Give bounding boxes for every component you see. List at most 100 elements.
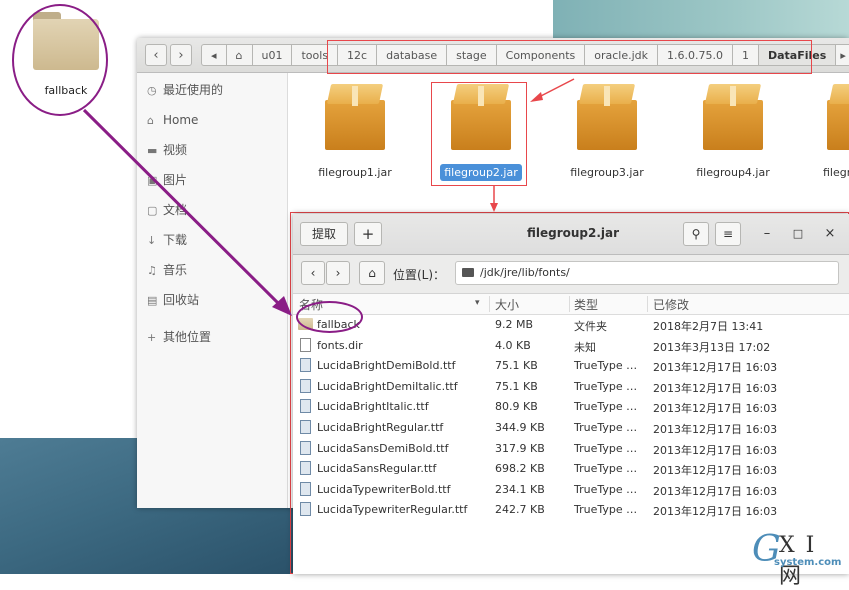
sidebar-item-videos[interactable]: ▬ 视频 — [147, 140, 187, 160]
row-modified: 2013年12月17日 16:03 — [653, 505, 778, 519]
forward-button[interactable]: › — [326, 261, 350, 285]
breadcrumb-home-icon[interactable]: ⌂ — [226, 44, 253, 66]
font-file-icon — [300, 358, 311, 373]
column-header: 名称 ▾ 大小 类型 已修改 — [293, 294, 849, 315]
file-label: filegroup1.jar — [318, 166, 392, 179]
sidebar-item-downloads[interactable]: ↓ 下载 — [147, 230, 187, 250]
font-file-icon — [300, 481, 311, 496]
home-icon[interactable]: ⌂ — [359, 261, 385, 285]
sidebar-item-home[interactable]: ⌂ Home — [147, 110, 198, 130]
table-row[interactable]: LucidaTypewriterRegular.ttf 242.7 KB TrueT… — [293, 500, 849, 521]
folder-icon — [462, 268, 474, 277]
row-modified: 2013年12月17日 16:03 — [653, 484, 778, 498]
trash-icon: ▤ — [147, 294, 158, 307]
sidebar-item-documents[interactable]: ▢ 文档 — [147, 200, 187, 220]
row-type: TrueType … — [574, 421, 638, 434]
column-type[interactable]: 类型 — [574, 296, 598, 313]
font-file-icon — [300, 399, 311, 414]
sidebar: ◷ 最近使用的 ⌂ Home ▬ 视频 ▣ 图片 ▢ 文档 ↓ 下载 ♫ 音乐 ▤ 回收站 + 其… — [137, 73, 288, 508]
breadcrumb-scroll-left[interactable]: ◂ — [201, 44, 227, 66]
table-row[interactable]: LucidaSansRegular.ttf 698.2 KB TrueType … 2… — [293, 459, 849, 480]
sidebar-item-pictures[interactable]: ▣ 图片 — [147, 170, 187, 190]
extract-button[interactable]: 提取 — [300, 222, 348, 246]
column-divider — [647, 296, 648, 312]
back-button[interactable]: ‹ — [145, 44, 167, 66]
annotation-circle-fallback-row — [296, 301, 363, 333]
home-icon: ⌂ — [147, 114, 154, 127]
back-button[interactable]: ‹ — [301, 261, 325, 285]
column-divider — [489, 296, 490, 312]
maximize-icon[interactable]: □ — [786, 222, 810, 246]
table-row[interactable]: LucidaBrightDemiItalic.ttf 75.1 KB TrueTyp… — [293, 377, 849, 398]
row-type: TrueType … — [574, 379, 638, 393]
file-icon-item[interactable]: filegroup1.jar — [305, 84, 405, 181]
row-modified: 2018年2月7日 13:41 — [653, 320, 764, 333]
file-icon-item[interactable]: filegr — [809, 84, 849, 181]
table-row[interactable]: fallback 9.2 MB 文件夹 2018年2月7日 13:41 — [293, 315, 849, 336]
menu-icon[interactable]: ≡ — [715, 222, 741, 246]
location-label: 位置(L)： — [393, 268, 446, 282]
sort-arrow-icon[interactable]: ▾ — [475, 298, 480, 308]
row-size: 4.0 KB — [495, 338, 531, 352]
row-name: LucidaSansRegular.ttf — [317, 462, 437, 476]
watermark-logo: G X I 网 system.com — [752, 529, 847, 589]
search-icon[interactable]: ⚲ — [683, 222, 709, 246]
sidebar-item-label: Home — [163, 113, 199, 127]
picture-icon: ▣ — [147, 174, 158, 187]
sidebar-item-other-locations[interactable]: + 其他位置 — [147, 327, 211, 347]
row-size: 75.1 KB — [495, 379, 538, 393]
row-modified: 2013年3月13日 17:02 — [653, 340, 771, 354]
breadcrumb-item[interactable]: u01 — [252, 44, 293, 66]
package-icon — [703, 84, 763, 150]
package-icon — [325, 84, 385, 150]
download-icon: ↓ — [147, 234, 157, 247]
plus-icon: + — [147, 331, 157, 344]
table-row[interactable]: LucidaTypewriterBold.ttf 234.1 KB TrueType… — [293, 480, 849, 501]
forward-button[interactable]: › — [170, 44, 192, 66]
sidebar-item-label: 下载 — [163, 233, 188, 247]
table-row[interactable]: LucidaSansDemiBold.ttf 317.9 KB TrueType …… — [293, 439, 849, 460]
table-row[interactable]: fonts.dir 4.0 KB 未知 2013年3月13日 17:02 — [293, 336, 849, 357]
column-divider — [569, 296, 570, 312]
row-modified: 2013年12月17日 16:03 — [653, 361, 778, 375]
row-name: fonts.dir — [317, 338, 363, 352]
file-icon — [300, 337, 311, 352]
breadcrumb-scroll-right[interactable]: ▸ — [836, 44, 849, 66]
file-icon-item[interactable]: filegroup4.jar — [683, 84, 783, 181]
row-size: 242.7 KB — [495, 503, 545, 517]
column-size[interactable]: 大小 — [495, 296, 519, 313]
video-icon: ▬ — [147, 144, 158, 157]
music-icon: ♫ — [147, 264, 157, 277]
location-field[interactable]: /jdk/jre/lib/fonts/ — [455, 261, 839, 285]
table-row[interactable]: LucidaBrightDemiBold.ttf 75.1 KB TrueType … — [293, 356, 849, 377]
sidebar-item-trash[interactable]: ▤ 回收站 — [147, 290, 199, 310]
package-icon — [577, 84, 637, 150]
row-modified: 2013年12月17日 16:03 — [653, 443, 778, 457]
annotation-circle-desktop — [12, 4, 108, 116]
sidebar-item-label: 图片 — [163, 173, 188, 187]
annotation-box-breadcrumb — [327, 40, 812, 74]
sidebar-item-label: 视频 — [163, 143, 188, 157]
row-name: LucidaTypewriterRegular.ttf — [317, 503, 468, 517]
row-type: TrueType … — [574, 462, 638, 476]
clock-icon: ◷ — [147, 84, 157, 97]
close-icon[interactable]: × — [818, 222, 842, 246]
add-button[interactable]: + — [354, 222, 382, 246]
minimize-icon[interactable]: – — [755, 222, 779, 246]
font-file-icon — [300, 378, 311, 393]
row-type: 未知 — [574, 340, 596, 354]
font-file-icon — [300, 502, 311, 517]
row-size: 75.1 KB — [495, 359, 538, 373]
column-modified[interactable]: 已修改 — [653, 296, 689, 313]
row-size: 698.2 KB — [495, 462, 545, 476]
file-icon-item[interactable]: filegroup3.jar — [557, 84, 657, 181]
font-file-icon — [300, 440, 311, 455]
sidebar-item-music[interactable]: ♫ 音乐 — [147, 260, 187, 280]
table-row[interactable]: LucidaBrightRegular.ttf 344.9 KB TrueType … — [293, 418, 849, 439]
sidebar-item-label: 回收站 — [163, 293, 200, 307]
row-modified: 2013年12月17日 16:03 — [653, 402, 778, 416]
row-name: LucidaBrightDemiItalic.ttf — [317, 379, 458, 393]
sidebar-item-recent[interactable]: ◷ 最近使用的 — [147, 80, 223, 100]
row-name: LucidaTypewriterBold.ttf — [317, 482, 451, 496]
table-row[interactable]: LucidaBrightItalic.ttf 80.9 KB TrueType … 2… — [293, 397, 849, 418]
